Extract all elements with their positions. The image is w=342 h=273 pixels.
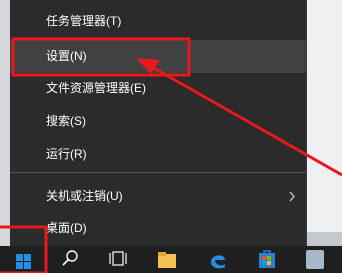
menu-item-search[interactable]: 搜索(S) — [10, 105, 306, 138]
task-view-icon[interactable] — [106, 246, 130, 273]
menu-item-desktop[interactable]: 桌面(D) — [10, 212, 306, 245]
windows-start-icon[interactable] — [10, 246, 40, 273]
menu-item-task-manager[interactable]: 任务管理器(T) — [10, 5, 306, 38]
search-icon[interactable] — [58, 246, 82, 273]
menu-item-file-explorer[interactable]: 文件资源管理器(E) — [10, 72, 306, 105]
taskbar — [0, 246, 342, 273]
edge-icon[interactable] — [205, 246, 231, 273]
store-icon[interactable] — [254, 246, 280, 273]
menu-item-shutdown[interactable]: 关机或注销(U) — [10, 180, 306, 213]
desktop-left-edge — [0, 0, 10, 246]
menu-item-label: 文件资源管理器(E) — [46, 81, 146, 95]
app-icon[interactable] — [300, 246, 330, 273]
menu-item-settings[interactable]: 设置(N) — [10, 40, 306, 73]
menu-item-label: 关机或注销(U) — [46, 189, 123, 203]
desktop-right-edge — [306, 0, 342, 246]
screen: 任务管理器(T) 设置(N) 文件资源管理器(E) 搜索(S) 运行(R) 关机… — [0, 0, 342, 273]
menu-item-label: 搜索(S) — [46, 114, 86, 128]
menu-item-label: 桌面(D) — [46, 221, 87, 235]
file-explorer-icon[interactable] — [154, 246, 180, 273]
chevron-right-icon — [289, 191, 295, 202]
menu-item-label: 任务管理器(T) — [46, 14, 122, 28]
start-context-menu: 任务管理器(T) 设置(N) 文件资源管理器(E) 搜索(S) 运行(R) 关机… — [10, 0, 307, 246]
menu-item-run[interactable]: 运行(R) — [10, 138, 306, 171]
menu-item-label: 设置(N) — [46, 49, 87, 63]
menu-item-label: 运行(R) — [46, 147, 87, 161]
menu-separator — [10, 172, 306, 173]
desktop-right-shadow — [306, 232, 342, 246]
